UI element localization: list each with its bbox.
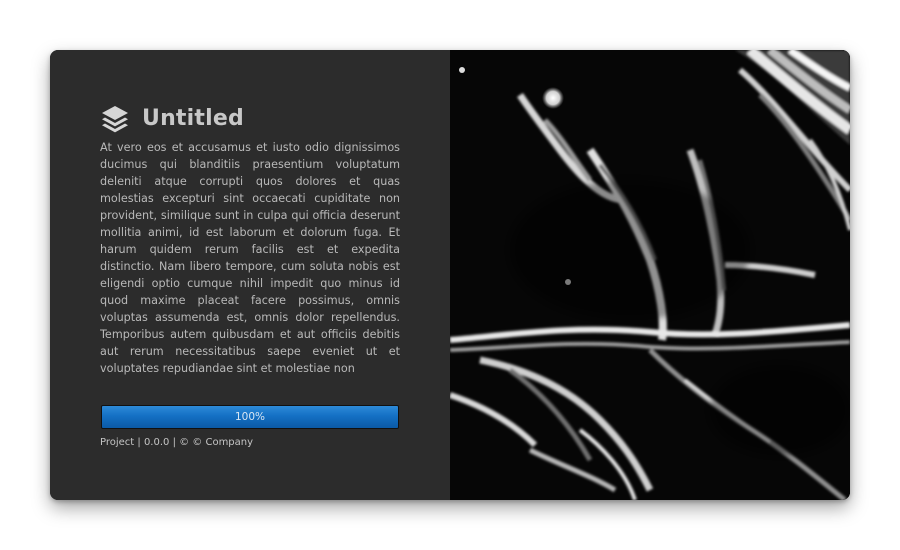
layers-icon (102, 106, 128, 133)
splash-window: Untitled At vero eos et accusamus et ius… (50, 50, 850, 500)
progress-bar: 100% (101, 405, 399, 429)
footer-text: Project | 0.0.0 | © © Company (100, 437, 254, 448)
description-text: At vero eos et accusamus et iusto odio d… (100, 141, 400, 375)
info-panel: Untitled At vero eos et accusamus et ius… (50, 50, 450, 500)
splash-image (450, 50, 850, 500)
app-header: Untitled (100, 102, 244, 134)
progress-label: 100% (234, 411, 266, 423)
app-title: Untitled (142, 105, 244, 131)
abstract-fluid-image (450, 50, 850, 500)
